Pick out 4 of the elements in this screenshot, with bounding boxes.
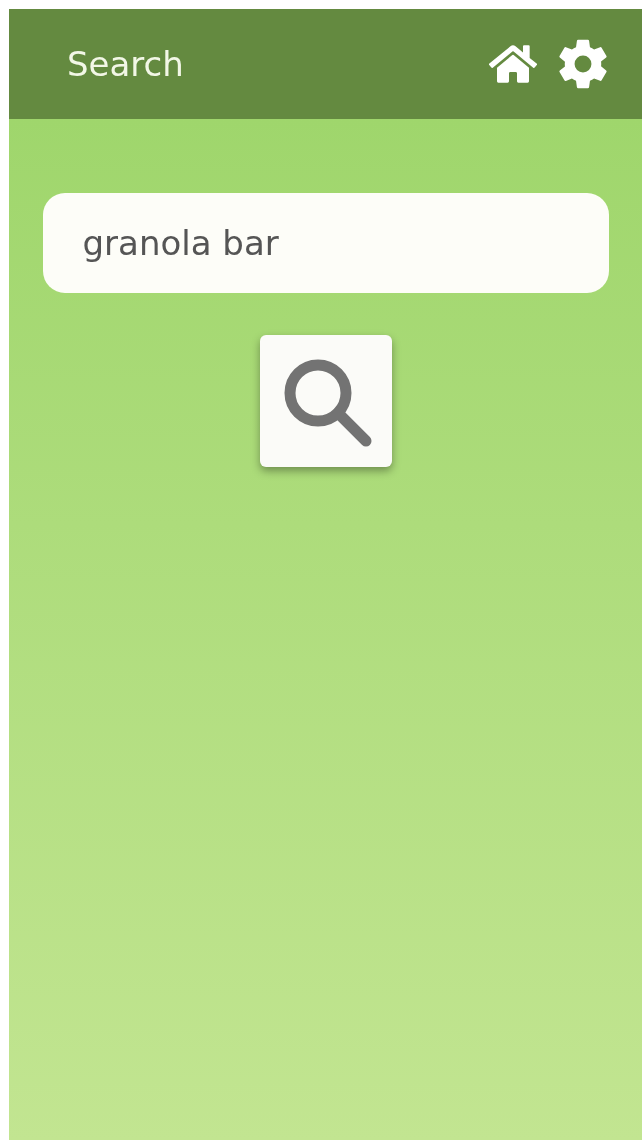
screen-title: Search bbox=[67, 42, 185, 86]
search-button[interactable] bbox=[259, 335, 392, 467]
search-field[interactable]: granola bar bbox=[42, 193, 609, 293]
settings-icon bbox=[556, 37, 610, 91]
